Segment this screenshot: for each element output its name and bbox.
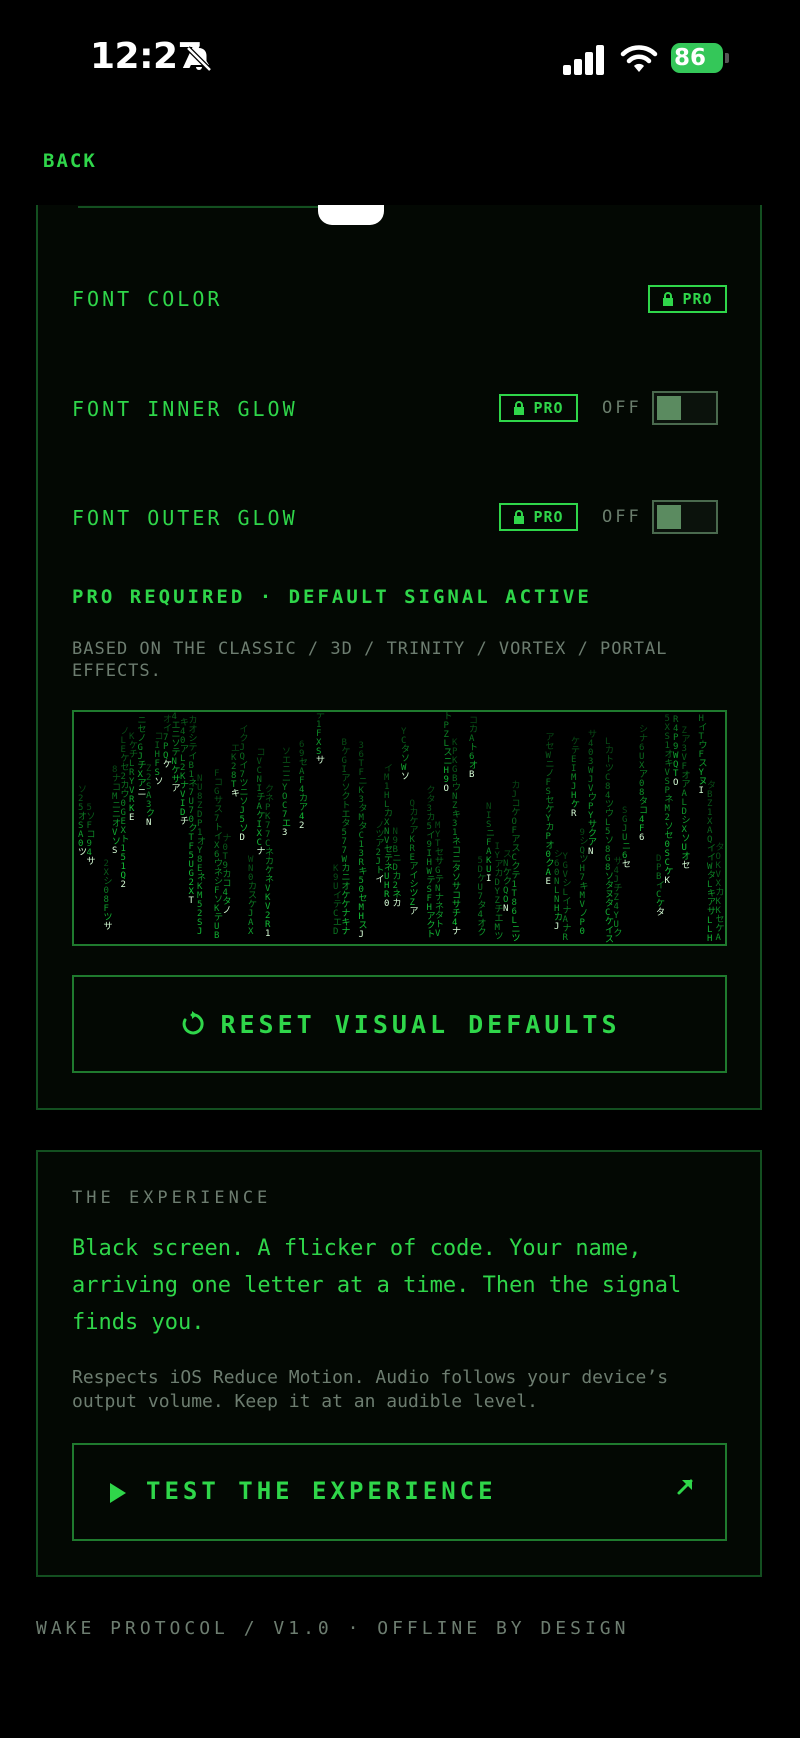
bell-slash-icon xyxy=(186,46,212,72)
matrix-glyph: B xyxy=(469,770,474,780)
lock-icon xyxy=(514,401,525,415)
lock-icon xyxy=(663,292,674,306)
font-outer-glow-toggle[interactable] xyxy=(652,500,718,534)
back-button[interactable]: BACK xyxy=(43,150,97,172)
matrix-glyph: ソ xyxy=(155,777,164,787)
matrix-glyph: 0 xyxy=(580,927,585,937)
matrix-glyph: ソ xyxy=(401,772,410,782)
pro-badge-label: PRO xyxy=(533,399,564,417)
matrix-glyph: 1 xyxy=(265,929,270,939)
matrix-glyph: B xyxy=(214,931,219,941)
arrow-up-right-icon xyxy=(677,1479,693,1495)
font-inner-glow-pro-badge[interactable]: PRO xyxy=(499,394,578,422)
reset-label: RESET VISUAL DEFAULTS xyxy=(220,1009,621,1039)
matrix-rain-preview: ソ25オSA0ツ5ソFコ94サ2Xシ08Fツサ8ナコMニニオVソSノLEケセ2カ… xyxy=(72,710,727,946)
test-experience-button[interactable]: TEST THE EXPERIENCE xyxy=(72,1443,727,1541)
font-outer-glow-state: OFF xyxy=(602,507,642,527)
matrix-glyph: O xyxy=(673,778,678,788)
test-experience-label: TEST THE EXPERIENCE xyxy=(146,1477,497,1505)
experience-description: Black screen. A flicker of code. Your na… xyxy=(72,1236,682,1335)
matrix-glyph: サ xyxy=(316,755,325,766)
matrix-glyph: I xyxy=(699,786,704,796)
battery-percent: 86 xyxy=(674,45,707,71)
effects-description: BASED ON THE CLASSIC / 3D / TRINITY / VO… xyxy=(72,639,668,681)
matrix-glyph: サ xyxy=(104,921,113,932)
matrix-glyph: V xyxy=(435,929,441,939)
matrix-glyph: ク xyxy=(614,928,623,939)
font-inner-glow-label: FONT INNER GLOW xyxy=(72,397,298,421)
matrix-glyph: 6 xyxy=(639,833,644,843)
play-icon xyxy=(110,1483,126,1503)
matrix-glyph: 3 xyxy=(282,828,287,838)
matrix-glyph: ナ xyxy=(342,926,351,937)
matrix-glyph: A xyxy=(716,933,722,943)
pro-badge-label: PRO xyxy=(533,508,564,526)
matrix-glyph: セ xyxy=(622,859,631,870)
matrix-rain-graphic: ソ25オSA0ツ5ソFコ94サ 2Xシ08Fツサ8ナコMニニオVソSノLEケセ2カ… xyxy=(78,712,725,944)
matrix-glyph: J xyxy=(197,927,202,937)
matrix-glyph: R xyxy=(571,809,577,819)
battery-charging-icon: 86 xyxy=(671,43,731,73)
experience-note: Respects iOS Reduce Motion. Audio follow… xyxy=(72,1367,669,1412)
matrix-glyph: ナ xyxy=(452,926,461,937)
matrix-glyph: ア xyxy=(410,907,419,917)
matrix-glyph: O xyxy=(444,784,449,794)
footer-version: WAKE PROTOCOL / V1.0 · OFFLINE BY DESIGN xyxy=(36,1618,630,1639)
experience-heading: THE EXPERIENCE xyxy=(72,1188,272,1208)
matrix-glyph: 2 xyxy=(121,880,126,890)
matrix-glyph: D xyxy=(240,833,245,843)
matrix-glyph: X xyxy=(248,927,254,937)
divider xyxy=(78,206,318,208)
font-color-pro-badge[interactable]: PRO xyxy=(648,285,727,313)
matrix-glyph: 0 xyxy=(384,899,389,909)
matrix-glyph: D xyxy=(333,927,338,937)
matrix-glyph: E xyxy=(129,813,134,823)
reset-visual-defaults-button[interactable]: RESET VISUAL DEFAULTS xyxy=(72,975,727,1073)
matrix-glyph: I xyxy=(486,874,491,884)
matrix-glyph: N xyxy=(588,847,593,857)
matrix-glyph: J xyxy=(554,922,559,932)
matrix-glyph: K xyxy=(665,876,671,886)
font-inner-glow-toggle[interactable] xyxy=(652,391,718,425)
matrix-glyph: R xyxy=(563,933,569,943)
font-color-label: FONT COLOR xyxy=(72,287,223,311)
matrix-glyph: T xyxy=(189,896,195,906)
font-outer-glow-pro-badge[interactable]: PRO xyxy=(499,503,578,531)
matrix-glyph: タ xyxy=(656,907,665,918)
reset-icon xyxy=(183,1011,204,1035)
matrix-glyph: J xyxy=(359,930,364,940)
matrix-glyph: ク xyxy=(478,927,487,938)
toggle-knob xyxy=(657,396,681,420)
matrix-glyph: ノ xyxy=(223,906,232,916)
scroll-indicator[interactable] xyxy=(318,205,384,225)
matrix-glyph: サ xyxy=(87,856,96,867)
toggle-knob xyxy=(657,505,681,529)
matrix-glyph: N xyxy=(146,818,151,828)
matrix-glyph: ツ xyxy=(512,934,521,944)
matrix-glyph: ツ xyxy=(495,932,504,942)
font-inner-glow-state: OFF xyxy=(602,398,642,418)
wifi-icon xyxy=(620,45,658,72)
status-bar: 12:27 86 xyxy=(0,0,800,120)
matrix-glyph: S xyxy=(112,846,117,856)
signal-icon xyxy=(563,45,604,75)
lock-icon xyxy=(514,510,525,524)
font-outer-glow-label: FONT OUTER GLOW xyxy=(72,506,298,530)
pro-badge-label: PRO xyxy=(682,290,713,308)
pro-required-notice: PRO REQUIRED · DEFAULT SIGNAL ACTIVE xyxy=(72,586,592,608)
matrix-glyph: 2 xyxy=(299,821,304,831)
matrix-glyph: E xyxy=(546,877,551,887)
matrix-glyph: カ xyxy=(393,898,402,909)
matrix-glyph: H xyxy=(707,934,712,944)
matrix-glyph: セ xyxy=(682,860,691,871)
matrix-glyph: N xyxy=(503,904,508,914)
